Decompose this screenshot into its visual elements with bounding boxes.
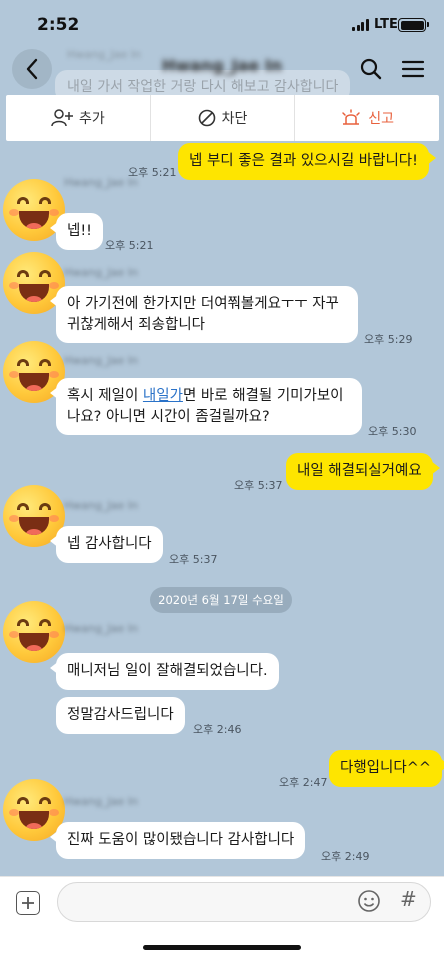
siren-icon bbox=[342, 109, 361, 125]
status-bar: 2:52 LTE bbox=[0, 0, 444, 44]
message-bubble-outgoing[interactable]: 내일 해결되실거예요 bbox=[286, 453, 440, 490]
sender-name: Hwang_Jae In bbox=[64, 176, 138, 189]
block-icon bbox=[198, 109, 215, 127]
message-time: 오후 2:46 bbox=[193, 723, 242, 736]
block-label: 차단 bbox=[221, 111, 248, 127]
attach-button[interactable] bbox=[16, 891, 40, 915]
message-bubble-outgoing[interactable]: 넵 부디 좋은 결과 있으시길 바랍니다! bbox=[178, 143, 436, 180]
report-button[interactable]: 신고 bbox=[295, 95, 439, 141]
avatar[interactable] bbox=[3, 601, 65, 663]
network-label: LTE bbox=[374, 17, 398, 32]
message-time: 오후 2:49 bbox=[321, 850, 370, 863]
sender-name: Hwang_Jae In bbox=[64, 795, 138, 808]
message-bubble-incoming[interactable]: 넵 감사합니다 bbox=[50, 526, 163, 563]
search-button[interactable] bbox=[358, 56, 384, 82]
message-time: 오후 5:37 bbox=[169, 553, 218, 566]
emoji-icon bbox=[358, 890, 380, 912]
message-line: 나요? 아니면 시간이 좀걸릴까요? bbox=[67, 409, 270, 425]
hamburger-menu-icon bbox=[401, 60, 425, 78]
message-bubble-incoming[interactable]: 정말감사드립니다 bbox=[56, 697, 185, 734]
add-friend-icon bbox=[51, 109, 73, 127]
plus-icon bbox=[22, 897, 34, 909]
message-time: 오후 2:47 bbox=[279, 776, 328, 789]
message-link[interactable]: 내일가 bbox=[143, 388, 183, 404]
message-bubble-incoming[interactable]: 매니저님 일이 잘해결되었습니다. bbox=[50, 653, 279, 690]
back-button[interactable] bbox=[12, 49, 52, 89]
report-label: 신고 bbox=[368, 111, 395, 127]
message-bubble-outgoing[interactable]: 다행입니다^^ bbox=[329, 750, 444, 787]
message-bubble-incoming[interactable]: 넵!! bbox=[50, 213, 103, 250]
message-bubble-incoming[interactable]: 아 가기전에 한가지만 더여쭤볼게요ㅜㅜ 자꾸 귀찮게해서 죄송합니다 bbox=[50, 286, 358, 343]
message-line: 혹시 제일이 내일가면 바로 해결될 기미가보이 bbox=[67, 386, 351, 407]
block-button[interactable]: 차단 bbox=[151, 95, 296, 141]
sender-name: Hwang_Jae In bbox=[64, 499, 138, 512]
message-bubble-incoming[interactable]: 혹시 제일이 내일가면 바로 해결될 기미가보이 나요? 아니면 시간이 좀걸릴… bbox=[50, 378, 362, 435]
chat-header: Hwang_Jae In bbox=[0, 44, 444, 94]
message-line: 아 가기전에 한가지만 더여쭤볼게요ㅜㅜ 자꾸 bbox=[67, 296, 339, 312]
sender-name: Hwang_Jae In bbox=[64, 622, 138, 635]
message-text: 혹시 제일이 bbox=[67, 388, 143, 404]
sender-name: Hwang_Jae In bbox=[64, 354, 138, 367]
chevron-left-icon bbox=[26, 58, 38, 80]
signal-icon bbox=[352, 19, 370, 31]
sender-name: Hwang_Jae In bbox=[64, 266, 138, 279]
friend-action-bar: 추가 차단 신고 bbox=[6, 95, 439, 141]
message-text: 면 바로 해결될 기미가보이 bbox=[182, 388, 344, 404]
status-time: 2:52 bbox=[37, 15, 80, 35]
battery-icon bbox=[398, 18, 429, 32]
message-time: 오후 5:21 bbox=[105, 239, 154, 252]
home-indicator bbox=[143, 945, 301, 950]
message-time: 오후 5:30 bbox=[368, 425, 417, 438]
add-friend-button[interactable]: 추가 bbox=[6, 95, 151, 141]
message-bubble-incoming[interactable]: 진짜 도움이 많이됐습니다 감사합니다 bbox=[49, 822, 306, 859]
menu-button[interactable] bbox=[400, 56, 426, 82]
message-time: 오후 5:37 bbox=[234, 479, 283, 492]
message-line: 귀찮게해서 죄송합니다 bbox=[67, 317, 206, 333]
message-time: 오후 5:29 bbox=[364, 333, 413, 346]
search-icon bbox=[360, 58, 382, 80]
hashtag-button[interactable]: # bbox=[400, 887, 417, 911]
chat-title: Hwang_Jae In bbox=[161, 56, 283, 75]
add-friend-label: 추가 bbox=[78, 111, 105, 127]
date-divider: 2020년 6월 17일 수요일 bbox=[150, 587, 292, 613]
emoji-button[interactable] bbox=[357, 889, 381, 913]
message-list[interactable]: 오후 5:21 넵 부디 좋은 결과 있으시길 바랍니다! Hwang_Jae … bbox=[0, 141, 444, 876]
